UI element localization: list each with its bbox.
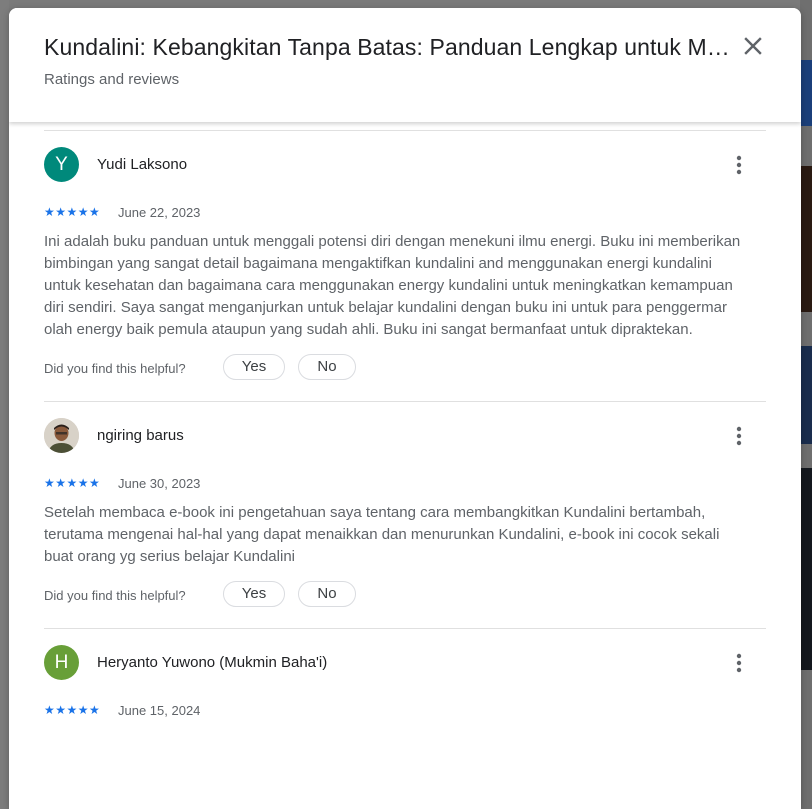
profile-photo-icon xyxy=(44,418,79,453)
helpful-no-button[interactable]: No xyxy=(298,354,356,380)
review-item: ngiring barus ★★★★★ June 30, 2023 Setela… xyxy=(44,402,766,629)
more-vert-icon xyxy=(736,426,742,446)
dialog-title: Kundalini: Kebangkitan Tanpa Batas: Pand… xyxy=(44,34,734,60)
dialog-subtitle: Ratings and reviews xyxy=(44,71,180,88)
close-button[interactable] xyxy=(739,32,767,60)
more-vert-icon xyxy=(736,653,742,673)
star-rating: ★★★★★ xyxy=(44,703,101,717)
backdrop-book-cover xyxy=(800,166,812,312)
reviewer-name: Heryanto Yuwono (Mukmin Baha'i) xyxy=(97,654,328,671)
review-item: Y Yudi Laksono ★★★★★ June 22, 2023 Ini a… xyxy=(44,131,766,402)
helpful-prompt: Did you find this helpful? xyxy=(44,588,186,603)
review-text: Ini adalah buku panduan untuk menggali p… xyxy=(44,233,741,338)
more-options-button[interactable] xyxy=(728,422,750,450)
backdrop-book-cover xyxy=(800,468,812,670)
review-item: H Heryanto Yuwono (Mukmin Baha'i) ★★★★★ … xyxy=(44,629,766,723)
reviews-list[interactable]: Y Yudi Laksono ★★★★★ June 22, 2023 Ini a… xyxy=(44,122,766,809)
avatar: Y xyxy=(44,147,79,182)
star-rating: ★★★★★ xyxy=(44,205,101,219)
avatar-initial: Y xyxy=(55,154,68,175)
backdrop-book-cover xyxy=(800,346,812,444)
more-options-button[interactable] xyxy=(728,649,750,677)
close-icon xyxy=(744,37,762,55)
helpful-yes-button[interactable]: Yes xyxy=(223,354,285,380)
dialog-header: Kundalini: Kebangkitan Tanpa Batas: Pand… xyxy=(9,8,801,122)
more-vert-icon xyxy=(736,155,742,175)
avatar xyxy=(44,418,79,453)
review-text: Setelah membaca e-book ini pengetahuan s… xyxy=(44,504,720,565)
reviewer-name: Yudi Laksono xyxy=(97,156,188,173)
review-date: June 30, 2023 xyxy=(118,476,201,491)
helpful-yes-button[interactable]: Yes xyxy=(223,581,285,607)
helpful-prompt: Did you find this helpful? xyxy=(44,361,186,376)
avatar-initial: H xyxy=(54,652,69,673)
ratings-reviews-dialog: Kundalini: Kebangkitan Tanpa Batas: Pand… xyxy=(9,8,801,809)
avatar: H xyxy=(44,645,79,680)
more-options-button[interactable] xyxy=(728,151,750,179)
review-date: June 22, 2023 xyxy=(118,205,201,220)
backdrop-banner xyxy=(800,60,812,126)
page-backdrop-left xyxy=(0,0,9,809)
reviewer-name: ngiring barus xyxy=(97,427,184,444)
review-date: June 15, 2024 xyxy=(118,703,201,718)
helpful-no-button[interactable]: No xyxy=(298,581,356,607)
star-rating: ★★★★★ xyxy=(44,476,101,490)
